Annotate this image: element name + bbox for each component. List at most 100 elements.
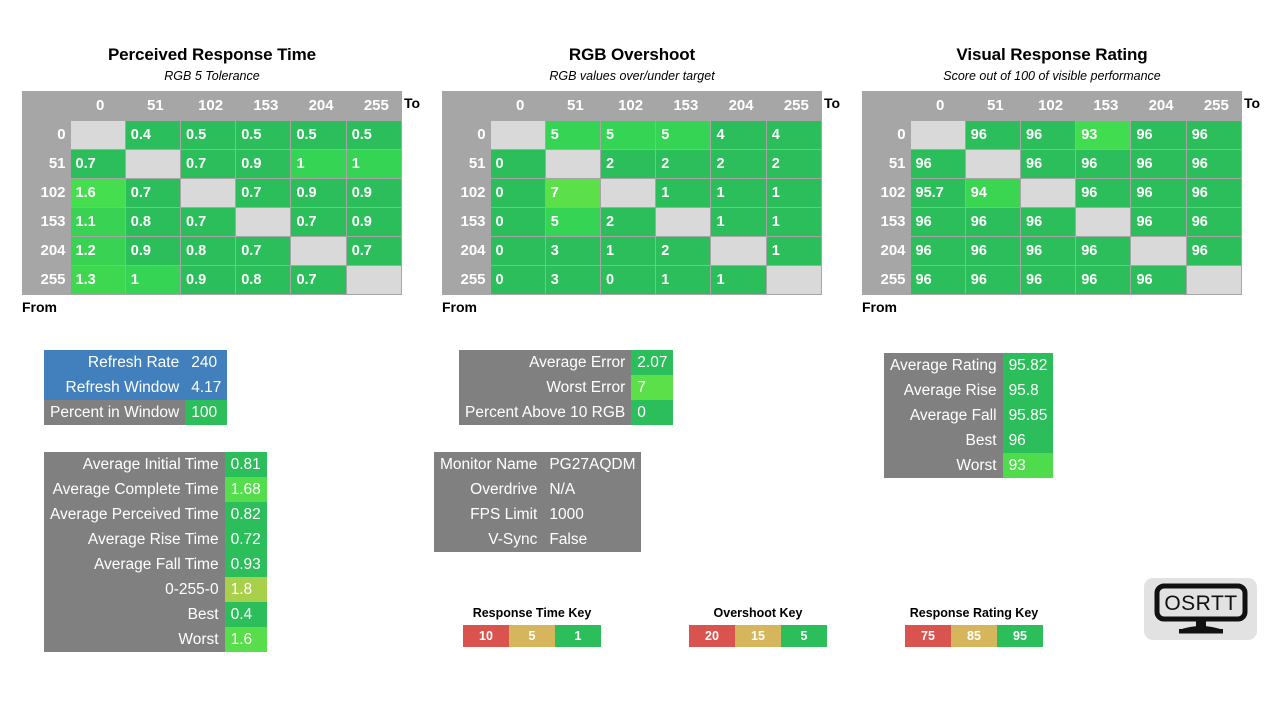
matrix-row-header-0: 0	[22, 120, 71, 149]
axis-label-from: From	[862, 298, 897, 315]
matrix-cell: 96	[964, 206, 1022, 237]
matrix-row: 102 1.6 0.7 0.7 0.9 0.9	[22, 177, 403, 208]
matrix-cell-diagonal	[655, 206, 712, 237]
matrix-cell: 1	[290, 148, 347, 179]
matrix-cell: 96	[1019, 148, 1077, 179]
stat-value: 1.8	[224, 577, 267, 602]
stat-label: Refresh Window	[44, 375, 186, 400]
stat-label: Overdrive	[434, 477, 544, 502]
stat-label: Average Rating	[884, 353, 1003, 378]
matrix-cell: 1	[765, 235, 823, 266]
matrix-row: 0 96 96 93 96 96	[862, 119, 1243, 150]
legend-cell-0: 20	[689, 625, 735, 647]
matrix-corner	[22, 91, 71, 120]
stat-value: 0.93	[224, 552, 267, 577]
matrix-row-header-4: 204	[22, 236, 71, 265]
matrix-cell: 0.7	[179, 206, 237, 237]
stat-label: 0-255-0	[44, 577, 225, 602]
matrix-cell: 96	[1185, 206, 1243, 237]
matrix-cell: 95.7	[909, 177, 966, 208]
matrix-row-header-1: 51	[442, 149, 491, 178]
matrix-cell: 2	[599, 206, 657, 237]
stat-label: Average Rise Time	[44, 527, 225, 552]
matrix-cell-diagonal	[345, 264, 403, 295]
stat-row: Worst 93	[884, 453, 1054, 478]
heatmap-table: 0 51 102 153 204 255 0 0.4 0.5 0.5 0.5 0.5 51 0.7 0.7 0…	[22, 91, 403, 295]
stat-row: Percent Above 10 RGB 0	[459, 400, 674, 425]
rating-stats-panel: Average Rating 95.82 Average Rise 95.8 Avera…	[884, 353, 1054, 478]
matrix-row-header-1: 51	[862, 149, 911, 178]
matrix-cell-diagonal	[1075, 206, 1132, 237]
matrix-row-header-3: 153	[22, 207, 71, 236]
matrix-cell: 0.5	[179, 119, 237, 150]
matrix-cell: 96	[1019, 235, 1077, 266]
matrix-cell: 96	[1185, 119, 1243, 150]
stat-value: 1.6	[224, 627, 267, 652]
stat-row: Average Error 2.07	[459, 350, 674, 375]
matrix-col-header-4: 204	[1130, 91, 1187, 120]
matrix-row-header-2: 102	[22, 178, 71, 207]
stat-row: Refresh Rate 240	[44, 350, 228, 375]
matrix-col-header-5: 255	[346, 91, 402, 120]
matrix-cell: 0.5	[290, 119, 347, 150]
matrix-cell: 93	[1075, 119, 1132, 150]
stat-label: V-Sync	[434, 527, 544, 552]
stat-value: 0.81	[224, 452, 267, 477]
matrix-cell: 96	[1019, 119, 1077, 150]
monitor-icon: OSRTT	[1154, 583, 1247, 634]
matrix-cell-diagonal	[599, 177, 657, 208]
stat-label: Average Initial Time	[44, 452, 225, 477]
matrix-cell-diagonal	[1185, 264, 1243, 295]
matrix-row: 255 0 3 0 1 1	[442, 264, 823, 295]
monitor-info-panel: Monitor Name PG27AQDM Overdrive N/A FPS Limi…	[434, 452, 642, 552]
matrix-cell-diagonal	[544, 148, 602, 179]
matrix-cell: 0	[599, 264, 657, 295]
matrix-row-header-1: 51	[22, 149, 71, 178]
matrix-cell-diagonal	[1130, 235, 1187, 266]
matrix-cell: 1	[710, 264, 767, 295]
legend-title: Overshoot Key	[713, 606, 803, 620]
matrix-cell: 96	[1019, 206, 1077, 237]
matrix-cell: 96	[1019, 264, 1077, 295]
legend-bar: 10 5 1	[463, 625, 601, 647]
stat-row: Average Complete Time 1.68	[44, 477, 267, 502]
stat-label: Worst	[44, 627, 225, 652]
legend-cell-2: 1	[555, 625, 601, 647]
legend-response-rating-key: Response Rating Key 75 85 95	[905, 606, 1043, 647]
legend-cell-1: 15	[735, 625, 781, 647]
matrix-cell: 2	[599, 148, 657, 179]
matrix-row: 055544	[442, 119, 823, 150]
legend-cell-0: 10	[463, 625, 509, 647]
matrix-col-header-4: 204	[710, 91, 767, 120]
matrix-row-header-5: 255	[22, 265, 71, 294]
axis-label-to: To	[824, 95, 841, 111]
matrix-col-header-0: 0	[70, 91, 126, 120]
stat-row: 0-255-0 1.8	[44, 577, 267, 602]
legend-cell-2: 5	[781, 625, 827, 647]
matrix-cell: 96	[1075, 235, 1132, 266]
matrix-row-header-2: 102	[862, 178, 911, 207]
legend-title: Response Rating Key	[909, 606, 1039, 620]
matrix-wrapper: 0 51 102 153 204 255 0 96 96 93 96 96 51 96 96 96 96 96 10…	[842, 91, 1262, 295]
matrix-cell: 96	[1075, 177, 1132, 208]
legend-cell-1: 5	[509, 625, 555, 647]
stat-label: Percent in Window	[44, 400, 186, 425]
osrtt-results-page: Perceived Response Time RGB 5 Tolerance …	[0, 0, 1280, 720]
matrix-cell: 96	[909, 235, 966, 266]
stat-value: False	[543, 527, 642, 552]
matrix-cell: 2	[655, 235, 712, 266]
stat-value: 1.68	[224, 477, 267, 502]
stat-row: Average Rise 95.8	[884, 378, 1054, 403]
chart-title: Perceived Response Time	[107, 45, 317, 64]
matrix-col-header-0: 0	[910, 91, 966, 120]
matrix-row: 255 1.3 1 0.9 0.8 0.7	[22, 264, 403, 295]
stat-label: Monitor Name	[434, 452, 544, 477]
stat-row: Average Fall Time 0.93	[44, 552, 267, 577]
legend-response-time-key: Response Time Key 10 5 1	[463, 606, 601, 647]
matrix-corner	[442, 91, 491, 120]
matrix-cell: 0	[489, 206, 546, 237]
matrix-cell: 1.3	[69, 264, 126, 295]
matrix-col-header-3: 153	[655, 91, 711, 120]
chart-subtitle: Score out of 100 of visible performance	[943, 69, 1161, 83]
stat-row: Average Perceived Time 0.82	[44, 502, 267, 527]
